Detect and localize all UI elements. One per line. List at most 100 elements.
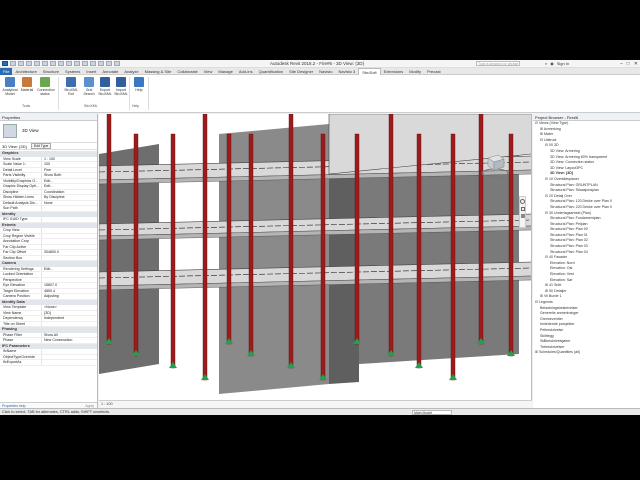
property-row[interactable]: IfcExportAs: [0, 360, 97, 366]
tab-analyze[interactable]: Analyze: [121, 68, 141, 75]
property-value[interactable]: [42, 256, 97, 261]
close-button[interactable]: ✕: [634, 61, 638, 67]
property-value[interactable]: Adjusting: [42, 294, 97, 299]
tab-view[interactable]: View: [201, 68, 216, 75]
property-value[interactable]: Independent: [42, 316, 97, 321]
sync-icon[interactable]: [26, 61, 32, 66]
export-struxml-button[interactable]: Export StruXML: [97, 77, 113, 96]
property-value[interactable]: 4850.4: [42, 289, 97, 294]
material-button[interactable]: Material: [19, 77, 35, 92]
property-value[interactable]: [42, 234, 97, 239]
analytical-model-button[interactable]: Analytical Model: [2, 77, 18, 96]
tab-structure[interactable]: Structure: [40, 68, 62, 75]
property-value[interactable]: [42, 349, 97, 354]
tab-systems[interactable]: Systems: [62, 68, 83, 75]
tab-file[interactable]: File: [0, 67, 13, 75]
property-value[interactable]: [42, 272, 97, 277]
property-value[interactable]: Show Both: [42, 173, 97, 178]
property-value[interactable]: 1 : 100: [42, 157, 97, 162]
tab-navisto[interactable]: Navisto: [316, 68, 335, 75]
property-value[interactable]: <None>: [42, 305, 97, 310]
tab-add-ins[interactable]: Add-Ins: [236, 68, 256, 75]
tab-precast[interactable]: Precast: [424, 68, 444, 75]
close-hidden-icon[interactable]: [106, 61, 112, 66]
3d-viewport[interactable]: [99, 114, 532, 400]
measure-icon[interactable]: [58, 61, 64, 66]
property-value[interactable]: [42, 217, 97, 222]
redo-icon[interactable]: [42, 61, 48, 66]
property-value[interactable]: 100: [42, 162, 97, 167]
save-icon[interactable]: [18, 61, 24, 66]
tab-collaborate[interactable]: Collaborate: [174, 68, 200, 75]
viewcube-icon[interactable]: [480, 150, 510, 178]
property-value[interactable]: [42, 278, 97, 283]
help-button[interactable]: Help: [131, 77, 147, 92]
property-value[interactable]: [42, 245, 97, 250]
tab-insert[interactable]: Insert: [83, 68, 99, 75]
property-value[interactable]: [42, 228, 97, 233]
zoom-icon[interactable]: [520, 207, 525, 211]
connection-status-button[interactable]: Connection status: [37, 77, 55, 96]
tab-site-designer[interactable]: Site Designer: [286, 68, 316, 75]
property-value[interactable]: Show All: [42, 333, 97, 338]
instance-filter-dropdown[interactable]: 3D View: {3D}: [2, 144, 27, 149]
structure-model[interactable]: [99, 114, 532, 400]
thin-lines-icon[interactable]: [98, 61, 104, 66]
tab-extensions[interactable]: Extensions: [381, 68, 407, 75]
property-value[interactable]: Fine: [42, 168, 97, 173]
column: [320, 133, 326, 381]
property-value[interactable]: 304800.0: [42, 250, 97, 255]
switch-windows-icon[interactable]: [114, 61, 120, 66]
tab-modify[interactable]: Modify: [406, 68, 424, 75]
property-value[interactable]: [42, 322, 97, 327]
property-value[interactable]: [42, 355, 97, 360]
search-input[interactable]: Type a keyword or phrase: [476, 61, 520, 66]
property-value[interactable]: [42, 206, 97, 211]
property-value[interactable]: 15807.0: [42, 283, 97, 288]
sign-in-link[interactable]: Sign In: [557, 61, 569, 66]
property-value[interactable]: {3D}: [42, 311, 97, 316]
import-struxml-button[interactable]: Import StruXML: [113, 77, 129, 96]
search-icon[interactable]: ⌕: [545, 61, 547, 66]
column: [226, 133, 232, 345]
maximize-button[interactable]: □: [627, 61, 630, 67]
print-icon[interactable]: [50, 61, 56, 66]
property-value[interactable]: New Construction: [42, 338, 97, 343]
text-icon[interactable]: [74, 61, 80, 66]
tab-annotate[interactable]: Annotate: [99, 68, 121, 75]
3d-view-icon[interactable]: [82, 61, 88, 66]
app-menu-icon[interactable]: [2, 61, 8, 66]
section-icon[interactable]: [90, 61, 96, 66]
tab-quantification[interactable]: Quantification: [256, 68, 286, 75]
connection-status-icon: [40, 77, 50, 87]
tab-strusoft[interactable]: StruSoft: [358, 67, 381, 75]
browser-tree-item[interactable]: ⊞ Schedules/Quantities (all): [533, 350, 640, 356]
view-scale[interactable]: 1 : 100: [101, 402, 113, 406]
active-model-dropdown[interactable]: Main Model: [412, 410, 452, 415]
property-value[interactable]: [42, 239, 97, 244]
grid-search-button[interactable]: Grid Search: [81, 77, 97, 96]
open-icon[interactable]: [10, 61, 16, 66]
property-name: View Name: [0, 310, 42, 315]
property-value[interactable]: Edit...: [42, 184, 97, 189]
tab-architecture[interactable]: Architecture: [12, 68, 39, 75]
tab-manage[interactable]: Manage: [215, 68, 235, 75]
property-value[interactable]: Edit...: [42, 179, 97, 184]
user-icon[interactable]: ◉: [550, 61, 554, 66]
dimension-icon[interactable]: [66, 61, 72, 66]
property-value[interactable]: Edit...: [42, 267, 97, 272]
property-value[interactable]: [42, 360, 97, 365]
property-value[interactable]: None: [42, 201, 97, 206]
steering-wheel-icon[interactable]: [520, 199, 525, 204]
minimize-button[interactable]: –: [620, 61, 623, 67]
type-selector[interactable]: 3D View: [0, 121, 97, 143]
struxml-exit-button[interactable]: StruXML Exit: [63, 77, 79, 96]
undo-icon[interactable]: [34, 61, 40, 66]
pan-icon[interactable]: [520, 214, 525, 218]
property-value[interactable]: By Discipline: [42, 195, 97, 200]
tab-massing-site[interactable]: Massing & Site: [142, 68, 175, 75]
edit-type-button[interactable]: Edit Type: [30, 143, 52, 149]
tab-navisto-3[interactable]: Navisto 3: [336, 68, 359, 75]
column: [388, 114, 394, 357]
property-value[interactable]: Coordination: [42, 190, 97, 195]
